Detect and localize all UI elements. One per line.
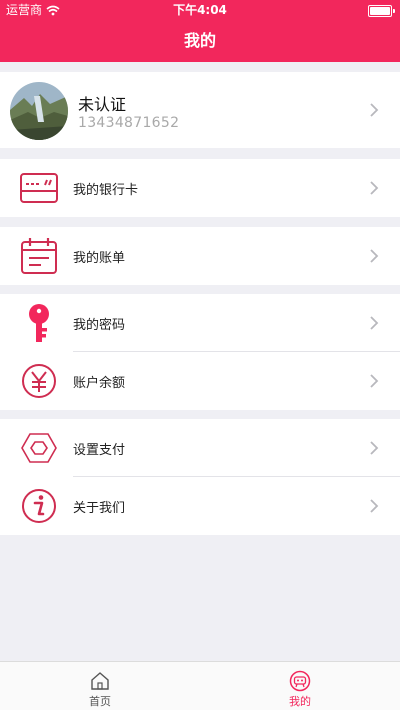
- menu-label-balance: 账户余额: [73, 375, 126, 391]
- status-time: 下午4:04: [173, 3, 227, 17]
- chevron-right-icon: [370, 181, 379, 195]
- menu-group-bill: 我的账单: [0, 227, 400, 285]
- menu-item-bill[interactable]: 我的账单: [0, 227, 400, 285]
- tab-home[interactable]: 首页: [0, 662, 200, 710]
- menu-item-balance[interactable]: 账户余额: [0, 352, 400, 410]
- menu-item-password[interactable]: 我的密码: [0, 294, 400, 352]
- yuan-coin-icon: [18, 360, 60, 402]
- chevron-right-icon: [370, 103, 379, 117]
- chevron-right-icon: [370, 374, 379, 388]
- home-icon: [91, 672, 109, 690]
- tab-label-home: 首页: [89, 695, 111, 708]
- menu-item-about[interactable]: 关于我们: [0, 477, 400, 535]
- key-icon: [18, 302, 60, 344]
- chevron-right-icon: [370, 316, 379, 330]
- tab-bar: 首页 我的: [0, 661, 400, 710]
- menu-label-bank-card: 我的银行卡: [73, 182, 139, 198]
- menu-label-about: 关于我们: [73, 500, 126, 516]
- user-profile-icon: [289, 670, 311, 692]
- profile-name: 未认证: [78, 95, 127, 114]
- chevron-right-icon: [370, 499, 379, 513]
- page-title: 我的: [183, 31, 216, 50]
- menu-item-bank-card[interactable]: 我的银行卡: [0, 159, 400, 217]
- calendar-bill-icon: [18, 235, 60, 277]
- bank-card-icon: [18, 167, 60, 209]
- menu-item-payment-settings[interactable]: 设置支付: [0, 419, 400, 477]
- battery-icon: [368, 5, 395, 17]
- tab-label-mine: 我的: [289, 695, 311, 708]
- chevron-right-icon: [370, 441, 379, 455]
- header-bar: 运营商 下午4:04 我的: [0, 0, 400, 62]
- menu-label-bill: 我的账单: [73, 250, 126, 266]
- menu-label-payment-settings: 设置支付: [73, 442, 126, 458]
- chevron-right-icon: [370, 249, 379, 263]
- menu-group-bank: 我的银行卡: [0, 159, 400, 217]
- profile-card[interactable]: 未认证 13434871652: [0, 72, 400, 148]
- tab-mine[interactable]: 我的: [200, 662, 400, 710]
- menu-group-account: 我的密码 账户余额: [0, 294, 400, 410]
- info-icon: [18, 485, 60, 527]
- avatar: [10, 82, 68, 140]
- menu-label-password: 我的密码: [73, 317, 126, 333]
- status-bar: 运营商 下午4:04: [0, 0, 400, 20]
- profile-phone: 13434871652: [78, 115, 180, 131]
- settings-hexagon-icon: [18, 427, 60, 469]
- menu-group-settings: 设置支付 关于我们: [0, 419, 400, 535]
